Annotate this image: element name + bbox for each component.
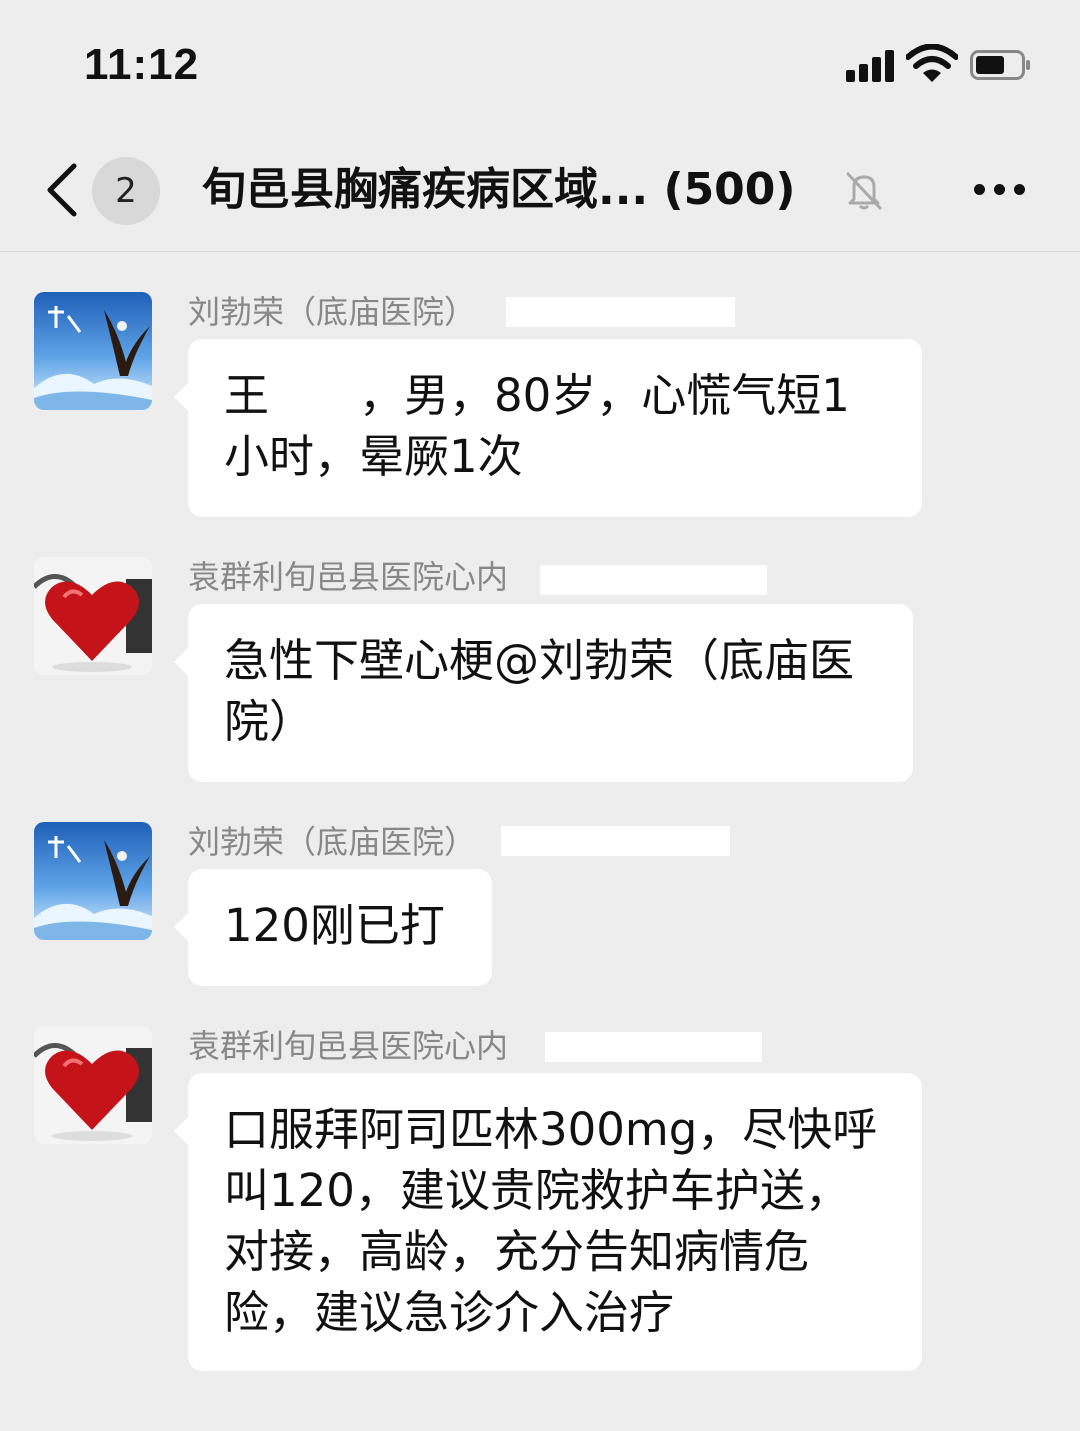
sender-name: 袁群利旬邑县医院心内 [188, 558, 509, 596]
message-bubble[interactable]: 王 ，男，80岁，心慌气短1小时，晕厥1次 [174, 339, 922, 517]
message-bubble[interactable]: 急性下壁心梗@刘勃荣（底庙医院） [174, 604, 913, 782]
wifi-icon [906, 44, 958, 82]
more-options-button[interactable] [970, 180, 1030, 200]
status-time: 11:12 [84, 40, 200, 89]
chat-title: 旬邑县胸痛疾病区域... (500) [202, 164, 796, 215]
eagle-avatar[interactable] [34, 292, 152, 410]
redaction-bar [540, 565, 767, 595]
unread-count-badge[interactable]: 2 [92, 157, 160, 225]
eagle-avatar[interactable] [34, 822, 152, 940]
redaction-bar [501, 826, 730, 856]
chat-header: 2 旬邑县胸痛疾病区域... (500) [0, 130, 1080, 252]
red-heart-avatar[interactable] [34, 1026, 152, 1144]
battery-icon [970, 50, 1030, 80]
message-bubble[interactable]: 口服拜阿司匹林300mg，尽快呼叫120，建议贵院救护车护送，对接，高龄，充分告… [174, 1073, 922, 1371]
cellular-signal-icon [846, 50, 898, 82]
status-bar: 11:12 [0, 0, 1080, 130]
sender-name: 刘勃荣（底庙医院） [188, 823, 477, 861]
chevron-left-icon[interactable] [40, 160, 86, 220]
sender-name: 袁群利旬邑县医院心内 [188, 1027, 509, 1065]
sender-name: 刘勃荣（底庙医院） [188, 293, 477, 331]
redaction-bar [506, 297, 735, 327]
red-heart-avatar[interactable] [34, 557, 152, 675]
bell-slash-icon [846, 172, 882, 210]
redaction-bar [545, 1032, 762, 1062]
message-bubble[interactable]: 120刚已打 [174, 869, 492, 986]
